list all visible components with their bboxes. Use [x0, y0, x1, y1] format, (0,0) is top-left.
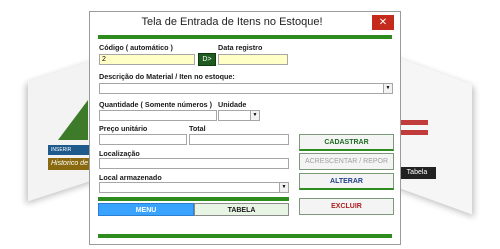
- background-inserir-label: INSERIR: [48, 145, 94, 155]
- excluir-button[interactable]: EXCLUIR: [299, 198, 394, 215]
- localizacao-field[interactable]: [99, 158, 289, 169]
- screen: INSERIR Historico de Tabela Tela de Entr…: [0, 0, 500, 249]
- alterar-button[interactable]: ALTERAR: [299, 173, 394, 190]
- quantidade-field[interactable]: [99, 110, 217, 121]
- background-historico-label: Historico de: [48, 158, 94, 170]
- background-green-shape: [58, 100, 88, 140]
- total-label: Total: [189, 124, 206, 133]
- local-armazenado-label: Local armazenado: [99, 173, 162, 182]
- date-button[interactable]: D>: [198, 53, 216, 66]
- bottom-green-bar: [98, 234, 392, 238]
- tabela-button[interactable]: TABELA: [194, 203, 289, 216]
- local-armazenado-dropdown[interactable]: ▼: [99, 182, 289, 193]
- localizacao-label: Localização: [99, 149, 140, 158]
- acrescentar-repor-button[interactable]: ACRESCENTAR / REPOR: [299, 153, 394, 170]
- background-sheet-right: [392, 55, 472, 215]
- title-bar: Tela de Entrada de Itens no Estoque! ✕: [90, 12, 400, 34]
- chevron-down-icon[interactable]: ▼: [383, 84, 392, 93]
- close-icon: ✕: [378, 17, 388, 28]
- stock-entry-dialog: Tela de Entrada de Itens no Estoque! ✕ C…: [89, 11, 401, 245]
- quantidade-label: Quantidade ( Somente números ): [99, 100, 213, 109]
- background-tabela-label: Tabela: [398, 167, 436, 179]
- unidade-label: Unidade: [218, 100, 247, 109]
- preco-label: Preço unitário: [99, 124, 148, 133]
- unidade-dropdown[interactable]: ▼: [218, 110, 260, 121]
- descricao-label: Descrição do Material / Iten no estoque:: [99, 72, 235, 81]
- close-button[interactable]: ✕: [372, 15, 394, 30]
- chevron-down-icon[interactable]: ▼: [279, 183, 288, 192]
- top-green-bar: [98, 35, 392, 39]
- total-field[interactable]: [189, 134, 289, 145]
- data-registro-label: Data registro: [218, 43, 263, 52]
- preco-field[interactable]: [99, 134, 187, 145]
- dialog-title: Tela de Entrada de Itens no Estoque!: [141, 16, 323, 28]
- codigo-field[interactable]: 2: [99, 54, 195, 65]
- cadastrar-button[interactable]: CADASTRAR: [299, 134, 394, 151]
- nav-green-bar: [98, 197, 289, 201]
- menu-button[interactable]: MENU: [98, 203, 194, 216]
- codigo-label: Código ( automático ): [99, 43, 173, 52]
- chevron-down-icon[interactable]: ▼: [250, 111, 259, 120]
- background-red-line: [398, 130, 428, 135]
- background-red-line: [398, 120, 428, 125]
- descricao-dropdown[interactable]: ▼: [99, 83, 393, 94]
- data-registro-field[interactable]: [218, 54, 288, 65]
